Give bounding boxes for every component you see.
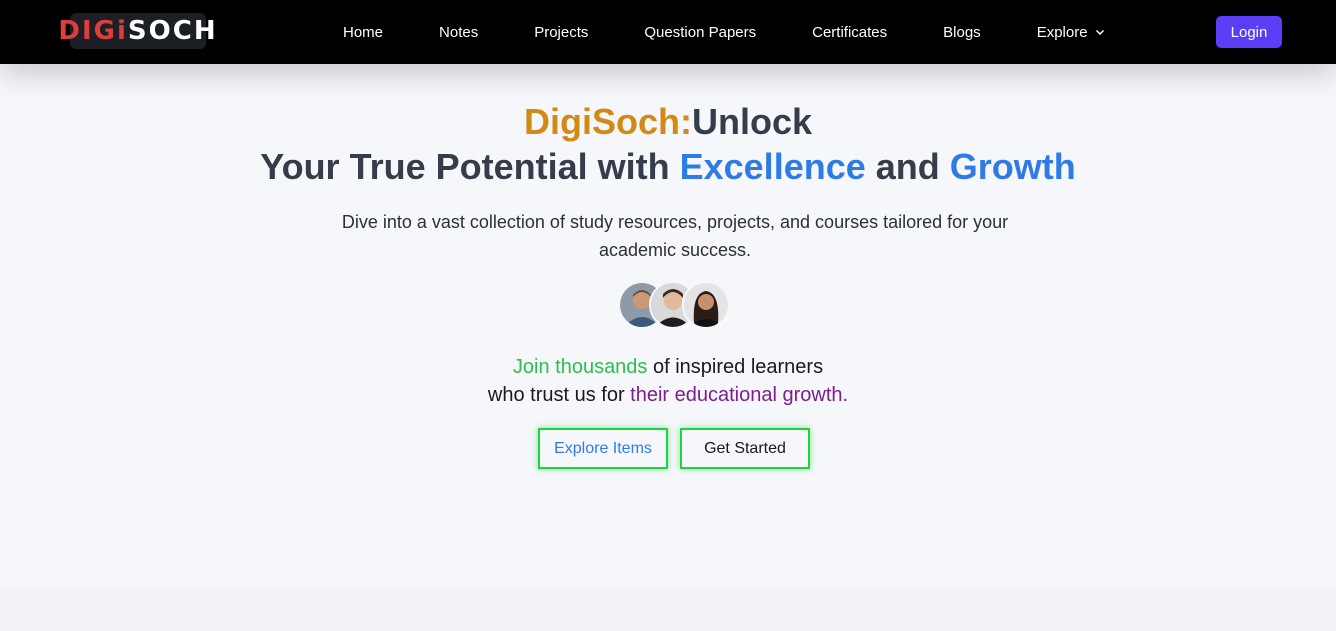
nav-blogs[interactable]: Blogs [943,24,981,41]
learner-avatars [618,281,732,329]
navbar: DIGi SOCH Home Notes Projects Question Pa… [0,0,1336,64]
hero-headline-line-1: DigiSoch:Unlock [0,99,1336,145]
join-thousands: Join thousands [512,356,648,378]
join-rest: of inspired learners [647,356,824,378]
nav-question-papers[interactable]: Question Papers [644,24,756,41]
headline-unlock: Unlock [691,101,813,142]
chevron-down-icon [1095,29,1104,36]
nav-explore-label: Explore [1036,23,1088,41]
headline-and: and [865,146,950,187]
headline-brand: DigiSoch: [523,101,692,142]
headline-part-a: Your True Potential with [260,146,680,187]
nav-certificates[interactable]: Certificates [812,24,887,41]
hero-subtitle: Dive into a vast collection of study res… [341,212,1009,260]
nav-projects[interactable]: Projects [534,24,588,41]
nav-explore[interactable]: Explore [1037,24,1106,41]
nav-notes[interactable]: Notes [439,24,478,41]
avatar [682,281,730,329]
headline-excellence: Excellence [679,146,866,187]
explore-items-button[interactable]: Explore Items [538,428,668,469]
logo-text-digi: DIGi [58,16,128,46]
nav-links: Home Notes Projects Question Papers Cert… [343,0,1106,64]
login-button[interactable]: Login [1216,16,1282,48]
digisoch-logo[interactable]: DIGi SOCH [58,13,216,49]
trust-line: who trust us for their educational growt… [0,381,1336,409]
get-started-button[interactable]: Get Started [680,428,810,469]
join-line: Join thousands of inspired learners [0,353,1336,381]
headline-growth: Growth [949,146,1076,187]
hero-headline-line-2: Your True Potential with Excellence and … [0,144,1336,190]
logo-text-soch: SOCH [127,16,218,46]
nav-home[interactable]: Home [343,24,383,41]
trust-prefix: who trust us for [487,384,631,406]
page-bottom-band [0,588,1336,631]
trust-highlight: their educational growth. [630,384,849,406]
